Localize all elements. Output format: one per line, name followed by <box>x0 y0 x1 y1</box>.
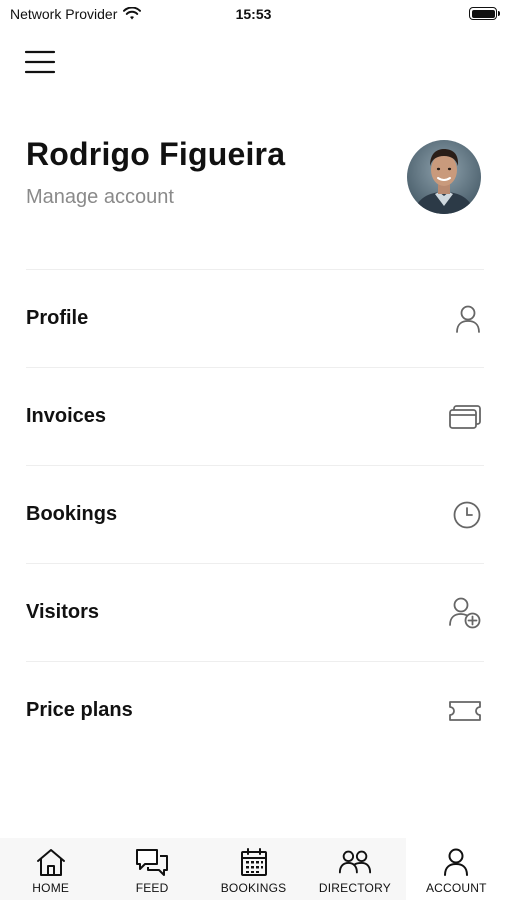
menu-item-label: Profile <box>26 307 89 329</box>
menu-item-visitors[interactable]: Visitors <box>26 563 484 661</box>
person-icon <box>446 301 482 337</box>
menu-item-bookings[interactable]: Bookings <box>26 465 484 563</box>
tab-feed[interactable]: FEED <box>101 838 202 900</box>
calendar-icon <box>237 846 271 878</box>
tab-label: DIRECTORY <box>318 881 391 895</box>
tab-home[interactable]: HOME <box>0 838 101 900</box>
account-menu: Profile Invoices Bookings Visitors Price… <box>26 269 484 759</box>
manage-account-link[interactable]: Manage account <box>26 186 174 209</box>
tab-label: FEED <box>135 881 169 895</box>
tab-label: HOME <box>32 881 70 895</box>
hamburger-menu-button[interactable] <box>24 48 56 76</box>
bottom-tab-bar: HOME FEED BOOKINGS DIRECTORY ACCOUNT <box>0 838 507 900</box>
status-bar: Network Provider 15:53 <box>0 0 507 28</box>
person-icon <box>439 846 473 878</box>
menu-item-label: Price plans <box>26 699 133 721</box>
menu-item-label: Visitors <box>26 601 99 623</box>
menu-item-label: Invoices <box>26 405 107 427</box>
clock-icon <box>446 497 482 533</box>
tab-bookings[interactable]: BOOKINGS <box>203 838 304 900</box>
tab-directory[interactable]: DIRECTORY <box>304 838 405 900</box>
account-header: Rodrigo Figueira Manage account <box>26 136 481 226</box>
menu-item-invoices[interactable]: Invoices <box>26 367 484 465</box>
battery-icon <box>469 7 500 20</box>
status-time: 15:53 <box>235 6 272 22</box>
tab-label: ACCOUNT <box>425 881 487 895</box>
tab-label: BOOKINGS <box>220 881 287 895</box>
user-name: Rodrigo Figueira <box>26 136 286 172</box>
menu-item-profile[interactable]: Profile <box>26 269 484 367</box>
add-person-icon <box>446 595 482 631</box>
menu-icon <box>24 50 56 74</box>
menu-item-label: Bookings <box>26 503 118 525</box>
avatar[interactable] <box>407 140 481 214</box>
menu-item-price-plans[interactable]: Price plans <box>26 661 484 759</box>
people-icon <box>338 846 372 878</box>
ticket-icon <box>446 693 482 729</box>
home-icon <box>34 846 68 878</box>
tab-account[interactable]: ACCOUNT <box>405 838 507 900</box>
cards-icon <box>446 399 482 435</box>
chat-icon <box>135 846 169 878</box>
